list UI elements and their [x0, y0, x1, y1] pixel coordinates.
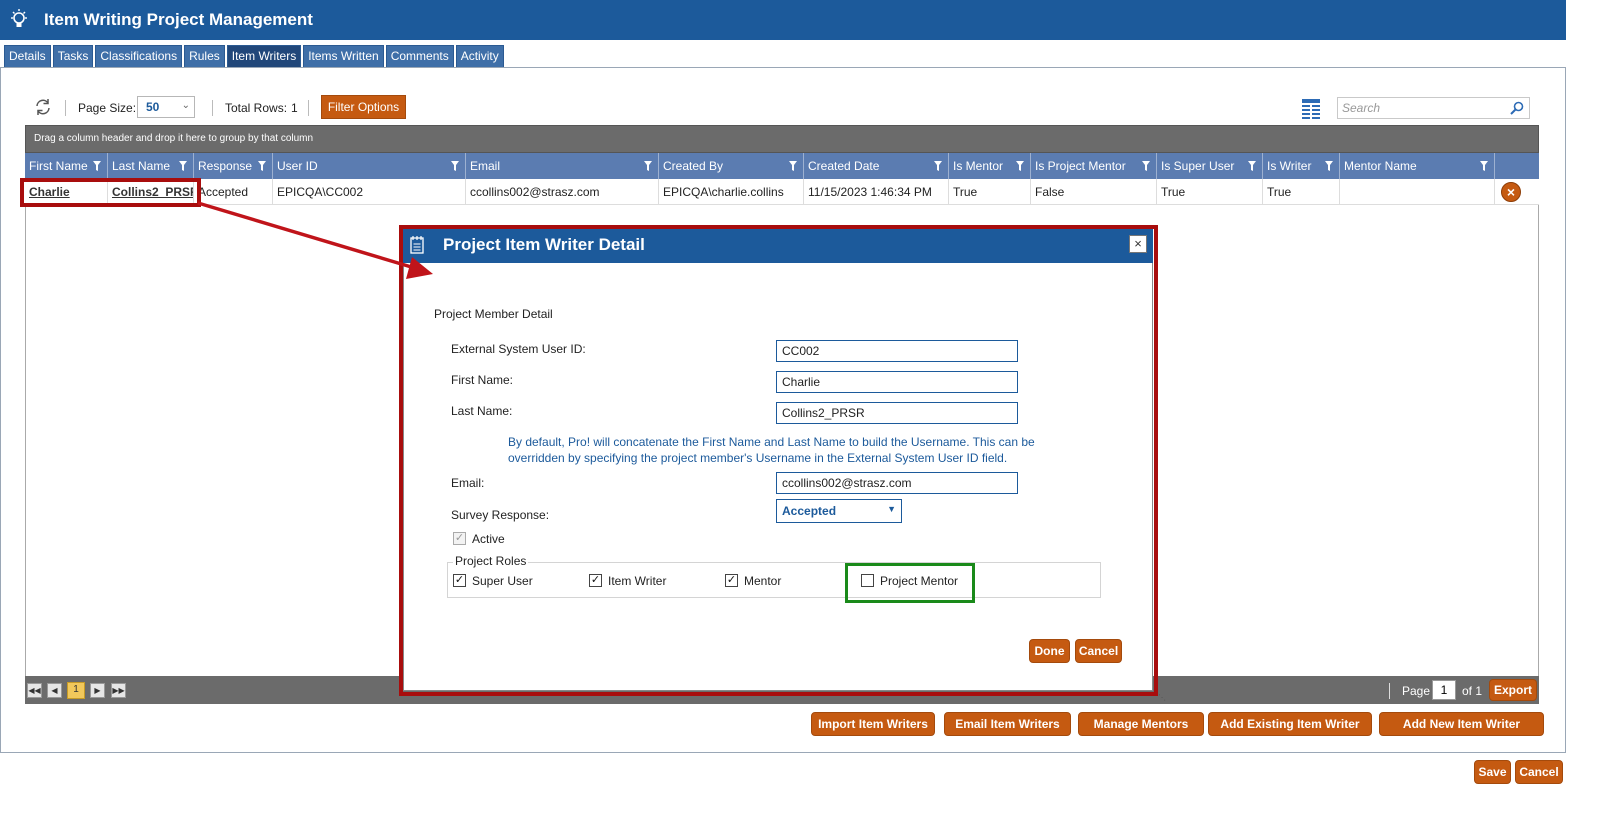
- column-header-label: Response: [198, 159, 253, 173]
- table-cell: 11/15/2023 1:46:34 PM: [804, 179, 949, 205]
- add-new-item-writer-button[interactable]: Add New Item Writer: [1379, 712, 1544, 736]
- app-title: Item Writing Project Management: [44, 10, 313, 29]
- lightbulb-icon: [11, 9, 27, 27]
- tab-details[interactable]: Details: [4, 45, 51, 67]
- filter-icon[interactable]: [1142, 161, 1150, 171]
- tab-item-writers[interactable]: Item Writers: [226, 45, 302, 67]
- group-by-panel[interactable]: Drag a column header and drop it here to…: [25, 125, 1539, 153]
- column-header-label: Is Super User: [1161, 159, 1235, 173]
- column-header-label: Last Name: [112, 159, 171, 173]
- pager-separator: [1389, 683, 1390, 699]
- column-header-actions: [1495, 153, 1539, 179]
- column-header[interactable]: First Name: [25, 153, 108, 179]
- column-header[interactable]: Mentor Name: [1340, 153, 1495, 179]
- column-header-label: Is Mentor: [953, 159, 1004, 173]
- column-header[interactable]: Created Date: [804, 153, 949, 179]
- filter-icon[interactable]: [644, 161, 652, 171]
- annotation-highlight-project-mentor: [845, 563, 975, 603]
- cancel-button[interactable]: Cancel: [1515, 760, 1563, 784]
- filter-icon[interactable]: [258, 161, 266, 171]
- column-header[interactable]: User ID: [273, 153, 466, 179]
- page-label: Page: [1402, 684, 1431, 698]
- filter-icon[interactable]: [179, 161, 187, 171]
- column-header[interactable]: Created By: [659, 153, 804, 179]
- total-rows-value: 1: [291, 101, 298, 115]
- search-icon[interactable]: [1509, 100, 1525, 116]
- app-title-bar: Item Writing Project Management: [0, 0, 1566, 40]
- row-actions-cell: ×: [1495, 179, 1539, 205]
- column-header[interactable]: Email: [466, 153, 659, 179]
- column-header[interactable]: Is Super User: [1157, 153, 1263, 179]
- filter-icon[interactable]: [93, 161, 101, 171]
- manage-mentors-button[interactable]: Manage Mentors: [1078, 712, 1204, 736]
- resize-grip-icon[interactable]: ⋱: [1158, 694, 1166, 702]
- table-cell: False: [1031, 179, 1157, 205]
- filter-icon[interactable]: [789, 161, 797, 171]
- last-page-icon[interactable]: ▶▶: [111, 683, 126, 698]
- tab-bar: Details Tasks Classifications Rules Item…: [4, 45, 504, 67]
- toolbar-separator: [65, 100, 66, 116]
- first-page-icon[interactable]: ◀◀: [27, 683, 42, 698]
- tab-rules[interactable]: Rules: [184, 45, 225, 67]
- table-cell: ccollins002@strasz.com: [466, 179, 659, 205]
- tab-tasks[interactable]: Tasks: [52, 45, 94, 67]
- filter-icon[interactable]: [1016, 161, 1024, 171]
- table-cell: True: [949, 179, 1031, 205]
- filter-icon[interactable]: [1325, 161, 1333, 171]
- add-existing-item-writer-button[interactable]: Add Existing Item Writer: [1208, 712, 1372, 736]
- column-header[interactable]: Last Name: [108, 153, 194, 179]
- toolbar-separator: [212, 100, 213, 116]
- column-header-label: Is Writer: [1267, 159, 1312, 173]
- column-header[interactable]: Is Project Mentor: [1031, 153, 1157, 179]
- save-button[interactable]: Save: [1474, 760, 1511, 784]
- tab-comments[interactable]: Comments: [385, 45, 454, 67]
- filter-options-button[interactable]: Filter Options: [321, 95, 406, 119]
- column-header-label: First Name: [29, 159, 88, 173]
- annotation-highlight-name: [20, 178, 201, 207]
- import-item-writers-button[interactable]: Import Item Writers: [811, 712, 935, 736]
- toolbar-separator: [308, 100, 309, 116]
- prev-page-icon[interactable]: ◀: [47, 683, 62, 698]
- email-item-writers-button[interactable]: Email Item Writers: [944, 712, 1071, 736]
- column-header[interactable]: Response: [194, 153, 273, 179]
- column-header-label: Is Project Mentor: [1035, 159, 1126, 173]
- tab-items-written[interactable]: Items Written: [303, 45, 384, 67]
- column-chooser-icon[interactable]: [1302, 99, 1320, 119]
- column-header-label: User ID: [277, 159, 318, 173]
- page-number-input[interactable]: 1: [1432, 680, 1456, 700]
- column-header[interactable]: Is Mentor: [949, 153, 1031, 179]
- table-cell: True: [1157, 179, 1263, 205]
- tab-activity[interactable]: Activity: [455, 45, 504, 67]
- remove-icon[interactable]: ×: [1501, 182, 1521, 202]
- column-header-label: Mentor Name: [1344, 159, 1417, 173]
- refresh-icon[interactable]: [34, 98, 52, 116]
- column-header-label: Created By: [663, 159, 724, 173]
- next-page-icon[interactable]: ▶: [90, 683, 105, 698]
- page-of-label: of 1: [1462, 684, 1483, 698]
- filter-icon[interactable]: [1248, 161, 1256, 171]
- page-size-select[interactable]: 50 ⌄: [137, 96, 195, 118]
- chevron-down-icon: ⌄: [181, 100, 190, 111]
- annotation-highlight-dialog: [399, 225, 1158, 696]
- table-cell: EPICQA\charlie.collins: [659, 179, 804, 205]
- filter-icon[interactable]: [934, 161, 942, 171]
- column-header-label: Created Date: [808, 159, 880, 173]
- tab-classifications[interactable]: Classifications: [95, 45, 183, 67]
- total-rows-label: Total Rows:: [225, 101, 288, 115]
- page-size-value: 50: [146, 100, 160, 114]
- export-button[interactable]: Export: [1489, 679, 1537, 701]
- table-cell: True: [1263, 179, 1340, 205]
- search-placeholder: Search: [1342, 101, 1381, 115]
- table-cell: [1340, 179, 1495, 205]
- page-number-button[interactable]: 1: [67, 682, 85, 699]
- search-input[interactable]: Search: [1337, 97, 1530, 119]
- filter-icon[interactable]: [451, 161, 459, 171]
- grid-header-row: First Name Last Name Response User ID Em…: [25, 153, 1539, 179]
- filter-icon[interactable]: [1480, 161, 1488, 171]
- page-size-label: Page Size:: [78, 101, 137, 115]
- column-header[interactable]: Is Writer: [1263, 153, 1340, 179]
- column-header-label: Email: [470, 159, 501, 173]
- annotation-arrow: [197, 201, 433, 279]
